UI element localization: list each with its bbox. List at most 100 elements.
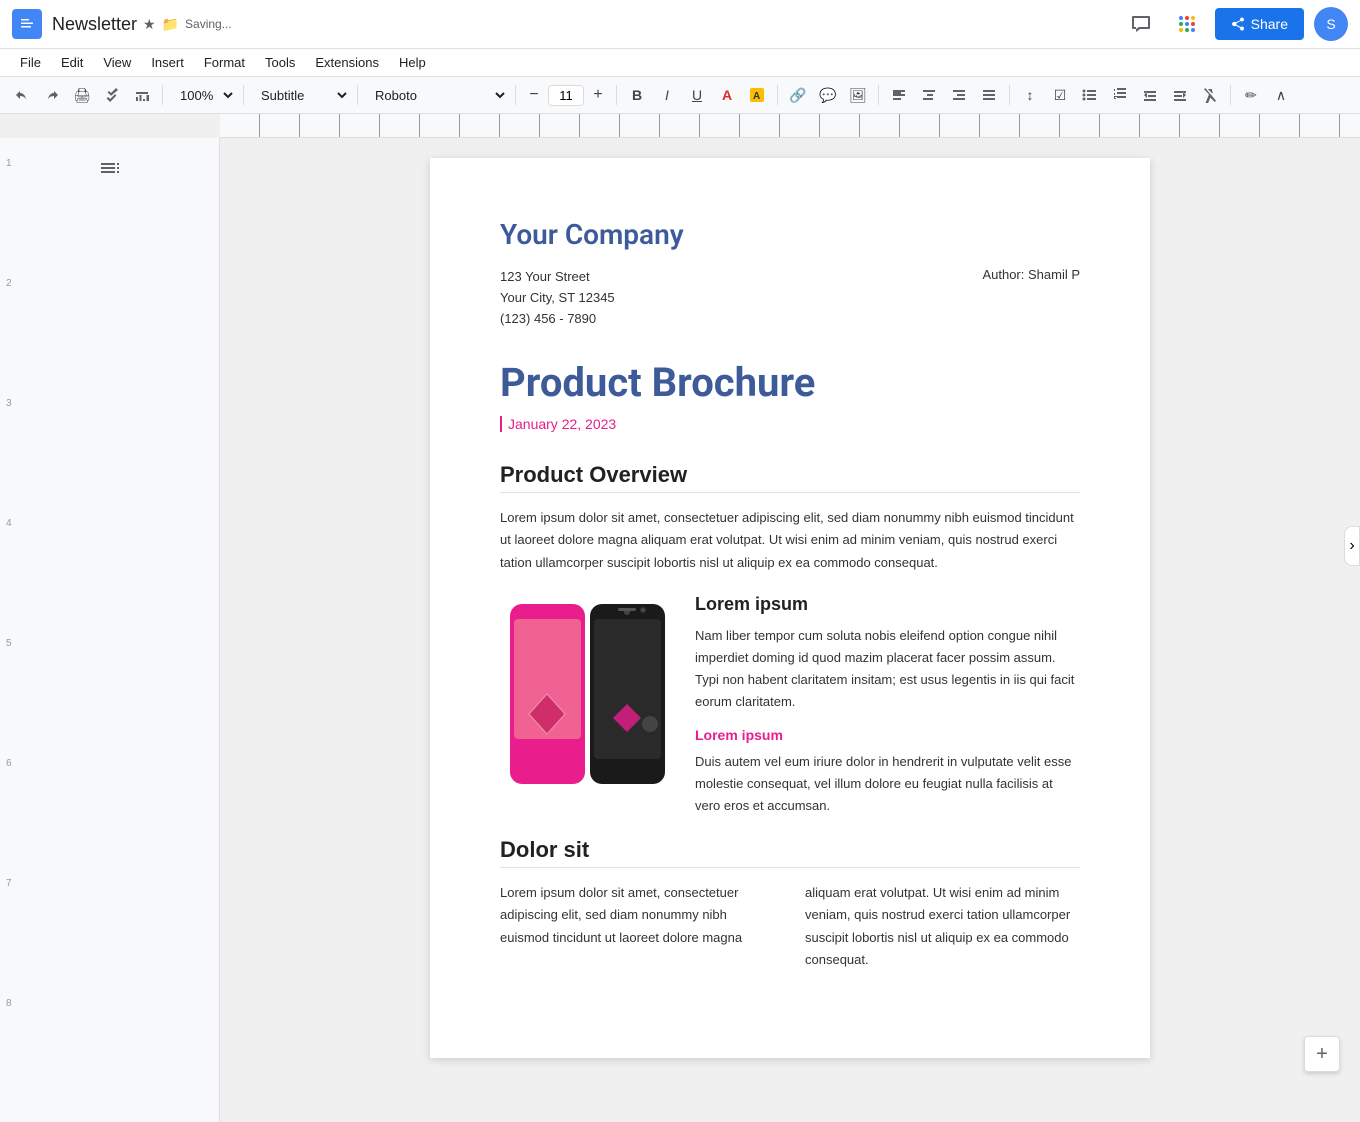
toolbar: 🖨 100% 75% 150% Subtitle Normal text Tit…: [0, 77, 1360, 114]
font-select[interactable]: Roboto Arial Times New Roman: [364, 84, 509, 107]
align-right-button[interactable]: [945, 81, 973, 109]
top-right-actions: Share S: [1123, 6, 1348, 42]
lorem-link: Lorem ipsum: [695, 727, 1080, 743]
separator: [1230, 85, 1231, 105]
comment-button[interactable]: [1123, 6, 1159, 42]
font-size-input[interactable]: [548, 85, 584, 106]
page-num-3: 3: [6, 398, 12, 518]
author-text: Author: Shamil P: [982, 267, 1080, 329]
menu-view[interactable]: View: [95, 51, 139, 74]
separator: [515, 85, 516, 105]
page-numbers: 1 2 3 4 5 6 7 8: [6, 138, 12, 1122]
print-button[interactable]: 🖨: [68, 81, 96, 109]
company-name: Your Company: [500, 218, 1080, 251]
share-button[interactable]: Share: [1215, 8, 1304, 40]
separator: [616, 85, 617, 105]
outline-icon[interactable]: [98, 156, 122, 186]
menu-tools[interactable]: Tools: [257, 51, 303, 74]
line-spacing-button[interactable]: ↕: [1016, 81, 1044, 109]
google-apps-button[interactable]: [1169, 6, 1205, 42]
image-insert-button[interactable]: 🖼: [844, 81, 872, 109]
address-line1: 123 Your Street: [500, 267, 615, 288]
text-color-button[interactable]: A: [713, 81, 741, 109]
menu-help[interactable]: Help: [391, 51, 434, 74]
menu-insert[interactable]: Insert: [143, 51, 192, 74]
bold-button[interactable]: B: [623, 81, 651, 109]
menu-edit[interactable]: Edit: [53, 51, 91, 74]
page-num-4: 4: [6, 518, 12, 638]
phone-image-container: [500, 594, 675, 818]
section1-body: Lorem ipsum dolor sit amet, consectetuer…: [500, 507, 1080, 573]
separator: [1009, 85, 1010, 105]
right-panel-collapse[interactable]: ›: [1344, 526, 1360, 566]
add-button[interactable]: +: [1304, 1036, 1340, 1072]
paint-format-button[interactable]: [128, 81, 156, 109]
toolbar-collapse-button[interactable]: ∧: [1267, 81, 1295, 109]
menu-format[interactable]: Format: [196, 51, 253, 74]
two-col-section: Lorem ipsum Nam liber tempor cum soluta …: [500, 594, 1080, 818]
folder-icon[interactable]: 📁: [162, 16, 179, 33]
menu-file[interactable]: File: [12, 51, 49, 74]
clear-format-button[interactable]: [1196, 81, 1224, 109]
numbered-list-button[interactable]: [1106, 81, 1134, 109]
page-num-5: 5: [6, 638, 12, 758]
section1-heading: Product Overview: [500, 462, 1080, 493]
font-size-area: − +: [522, 83, 610, 107]
italic-button[interactable]: I: [653, 81, 681, 109]
address-block: 123 Your Street Your City, ST 12345 (123…: [500, 267, 615, 329]
separator: [777, 85, 778, 105]
account-button[interactable]: S: [1314, 7, 1348, 41]
document-page: Your Company 123 Your Street Your City, …: [430, 158, 1150, 1058]
dolor-two-col: Lorem ipsum dolor sit amet, consectetuer…: [500, 882, 1080, 970]
lorem-body: Nam liber tempor cum soluta nobis eleife…: [695, 625, 1080, 713]
main-layout: 1 2 3 4 5 6 7 8 Your Company 123 Your St…: [0, 138, 1360, 1122]
lorem-heading: Lorem ipsum: [695, 594, 1080, 615]
menu-extensions[interactable]: Extensions: [307, 51, 387, 74]
redo-button[interactable]: [38, 81, 66, 109]
checklist-button[interactable]: ☑: [1046, 81, 1074, 109]
document-scroll-area[interactable]: Your Company 123 Your Street Your City, …: [220, 138, 1360, 1122]
align-left-button[interactable]: [885, 81, 913, 109]
zoom-select[interactable]: 100% 75% 150%: [169, 84, 237, 107]
style-select[interactable]: Subtitle Normal text Title Heading 1 Hea…: [250, 84, 351, 107]
doc-title[interactable]: Newsletter: [52, 14, 137, 35]
bullet-list-button[interactable]: [1076, 81, 1104, 109]
page-num-7: 7: [6, 878, 12, 998]
page-num-8: 8: [6, 998, 12, 1118]
editing-mode-button[interactable]: ✏: [1237, 81, 1265, 109]
underline-button[interactable]: U: [683, 81, 711, 109]
link-button[interactable]: 🔗: [784, 81, 812, 109]
decrease-font-button[interactable]: −: [522, 83, 546, 107]
ruler: [220, 114, 1360, 138]
align-center-button[interactable]: [915, 81, 943, 109]
dolor-col1: Lorem ipsum dolor sit amet, consectetuer…: [500, 882, 775, 970]
spellcheck-button[interactable]: [98, 81, 126, 109]
comment-insert-button[interactable]: 💬: [814, 81, 842, 109]
ruler-inner: [220, 114, 1360, 137]
product-title: Product Brochure: [500, 359, 1080, 406]
address-line3: (123) 456 - 7890: [500, 309, 615, 330]
increase-indent-button[interactable]: [1166, 81, 1194, 109]
increase-font-button[interactable]: +: [586, 83, 610, 107]
highlight-button[interactable]: A: [743, 81, 771, 109]
lorem-sub: Duis autem vel eum iriure dolor in hendr…: [695, 751, 1080, 817]
separator: [243, 85, 244, 105]
share-label: Share: [1251, 16, 1288, 32]
dolor-heading: Dolor sit: [500, 837, 1080, 868]
svg-text:A: A: [753, 91, 760, 102]
phone-content: Lorem ipsum Nam liber tempor cum soluta …: [695, 594, 1080, 818]
page-num-1: 1: [6, 158, 12, 278]
menu-bar: File Edit View Insert Format Tools Exten…: [0, 49, 1360, 77]
sidebar: 1 2 3 4 5 6 7 8: [0, 138, 220, 1122]
dolor-col2: aliquam erat volutpat. Ut wisi enim ad m…: [805, 882, 1080, 970]
decrease-indent-button[interactable]: [1136, 81, 1164, 109]
undo-button[interactable]: [8, 81, 36, 109]
star-icon[interactable]: ★: [143, 16, 156, 33]
top-bar: Newsletter ★ 📁 Saving...: [0, 0, 1360, 49]
separator: [162, 85, 163, 105]
page-num-6: 6: [6, 758, 12, 878]
align-justify-button[interactable]: [975, 81, 1003, 109]
phone-illustration: [500, 594, 675, 794]
page-num-2: 2: [6, 278, 12, 398]
separator: [878, 85, 879, 105]
